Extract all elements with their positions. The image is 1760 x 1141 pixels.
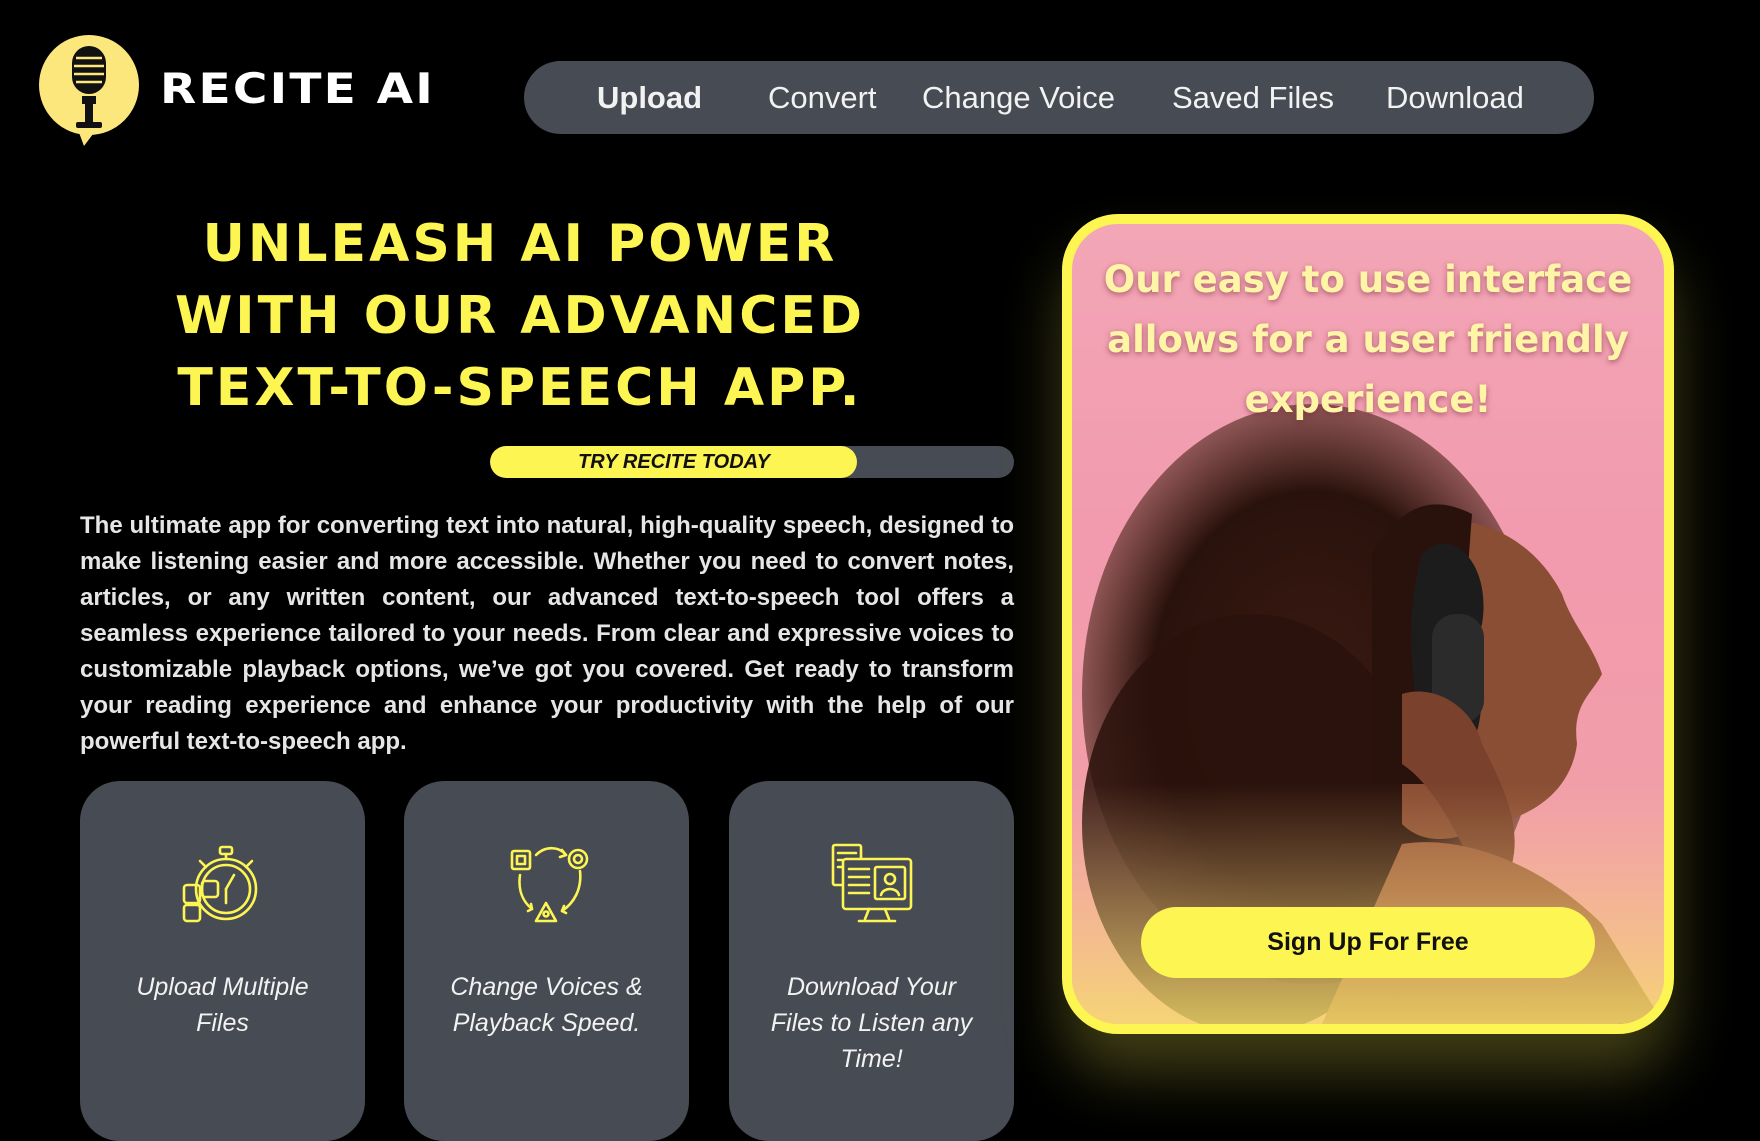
hero-title-line: WITH OUR ADVANCED <box>174 286 866 346</box>
hero-title: UNLEASH AI POWER WITH OUR ADVANCED TEXT-… <box>70 208 970 424</box>
top-nav: Upload Convert Change Voice Saved Files … <box>524 61 1594 134</box>
feature-label-line: Playback Speed. <box>452 1009 641 1037</box>
nav-download[interactable]: Download <box>1386 61 1524 134</box>
promo-text: Our easy to use interface allows for a u… <box>1082 250 1654 430</box>
try-recite-bar[interactable]: TRY RECITE TODAY <box>490 446 1014 478</box>
feature-label-line: Time! <box>840 1045 903 1073</box>
promo-text-line: experience! <box>1244 378 1492 421</box>
logo[interactable] <box>38 34 140 146</box>
hero-title-line: TEXT-TO-SPEECH APP. <box>177 358 863 418</box>
promo-text-line: Our easy to use interface <box>1103 258 1633 301</box>
workflow-cycle-icon <box>504 841 590 927</box>
feature-label: Change Voices & Playback Speed. <box>424 969 669 1041</box>
document-monitor-icon <box>829 841 915 927</box>
feature-label-line: Upload Multiple <box>136 973 309 1001</box>
feature-card-upload[interactable]: Upload Multiple Files <box>80 781 365 1141</box>
stopwatch-icon <box>180 841 266 927</box>
feature-label: Upload Multiple Files <box>100 969 345 1041</box>
feature-label-line: Change Voices & <box>450 973 643 1001</box>
hero-description: The ultimate app for converting text int… <box>80 512 1014 755</box>
feature-label: Download Your Files to Listen any Time! <box>749 969 994 1077</box>
feature-label-line: Download Your <box>786 973 957 1001</box>
promo-text-line: allows for a user friendly <box>1107 318 1629 361</box>
feature-label-line: Files to Listen any <box>770 1009 973 1037</box>
hero-title-line: UNLEASH AI POWER <box>202 214 838 274</box>
brand-name: RECITE AI <box>160 64 436 113</box>
nav-saved-files[interactable]: Saved Files <box>1172 61 1334 134</box>
feature-label-line: Files <box>196 1009 249 1037</box>
nav-change-voice[interactable]: Change Voice <box>922 61 1115 134</box>
feature-card-voices[interactable]: Change Voices & Playback Speed. <box>404 781 689 1141</box>
nav-convert[interactable]: Convert <box>768 61 877 134</box>
sign-up-button[interactable]: Sign Up For Free <box>1141 907 1595 978</box>
try-recite-label: TRY RECITE TODAY <box>578 451 770 473</box>
microphone-icon <box>39 35 139 146</box>
feature-card-download[interactable]: Download Your Files to Listen any Time! <box>729 781 1014 1141</box>
nav-upload[interactable]: Upload <box>597 61 702 134</box>
